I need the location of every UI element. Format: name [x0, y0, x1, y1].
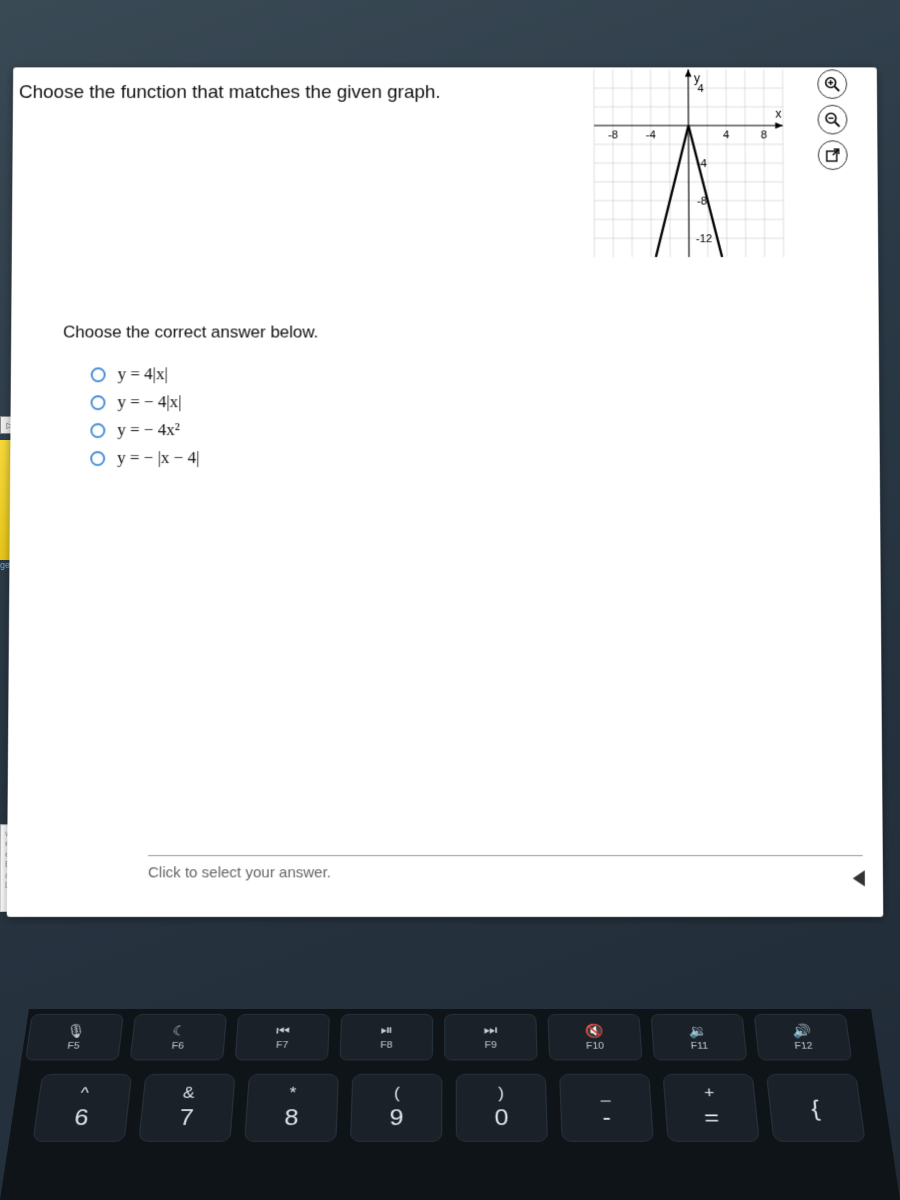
graph-svg: x y -8 -4 4 8 4 -4 -8 -12	[589, 69, 789, 257]
option-b[interactable]: y = − 4|x|	[90, 392, 859, 412]
graph-toolbox	[817, 69, 847, 170]
answer-block: Choose the correct answer below. y = 4|x…	[62, 323, 860, 476]
prev-track-icon: ⏮	[276, 1024, 290, 1039]
radio-icon[interactable]	[90, 395, 105, 410]
option-a[interactable]: y = 4|x|	[91, 364, 860, 384]
mic-icon: 🎙	[65, 1023, 86, 1039]
option-label: y = − |x − 4|	[117, 448, 199, 468]
play-pause-icon: ⏯	[381, 1024, 393, 1039]
option-label: y = 4|x|	[118, 364, 168, 384]
answer-prompt: Choose the correct answer below.	[63, 323, 859, 343]
option-d[interactable]: y = − |x − 4|	[90, 448, 860, 468]
key-f12: 🔊F12	[754, 1014, 852, 1060]
graph-thumbnail[interactable]: x y -8 -4 4 8 4 -4 -8 -12	[589, 69, 789, 257]
option-label: y = − 4x²	[117, 420, 180, 440]
svg-text:-12: -12	[696, 233, 712, 245]
option-c[interactable]: y = − 4x²	[90, 420, 859, 440]
key-9: (9	[350, 1074, 442, 1142]
key-f9: ⏭F9	[444, 1014, 537, 1060]
svg-text:4: 4	[723, 130, 729, 142]
svg-text:-8: -8	[608, 130, 618, 142]
option-label: y = − 4|x|	[117, 392, 181, 412]
key-f5: 🎙F5	[25, 1014, 124, 1060]
footer-hint: Click to select your answer.	[148, 864, 331, 881]
key-minus: _-	[559, 1074, 654, 1142]
axis-label-x: x	[775, 107, 782, 121]
radio-icon[interactable]	[90, 451, 105, 466]
svg-text:-4: -4	[646, 130, 656, 142]
key-f10: 🔇F10	[547, 1014, 642, 1060]
next-track-icon: ⏭	[484, 1024, 498, 1039]
svg-text:8: 8	[761, 130, 767, 142]
footer-divider	[148, 855, 863, 856]
key-equals: +=	[663, 1074, 760, 1142]
volume-down-icon: 🔉	[688, 1023, 708, 1039]
prev-arrow-icon[interactable]	[853, 870, 865, 886]
popout-icon[interactable]	[818, 140, 848, 170]
svg-text:4: 4	[697, 83, 703, 95]
radio-icon[interactable]	[91, 367, 106, 382]
volume-up-icon: 🔊	[791, 1023, 812, 1039]
laptop-keyboard: 🎙F5 ☾F6 ⏮F7 ⏯F8 ⏭F9 🔇F10 🔉F11 🔊F12 ^6 &7…	[0, 1009, 900, 1200]
key-f6: ☾F6	[130, 1014, 227, 1060]
svg-text:-4: -4	[697, 158, 707, 170]
quiz-card: Choose the function that matches the giv…	[7, 67, 884, 917]
key-brace: {	[766, 1074, 866, 1142]
zoom-in-icon[interactable]	[817, 69, 847, 99]
key-f7: ⏮F7	[235, 1014, 330, 1060]
zoom-out-icon[interactable]	[817, 105, 847, 135]
key-f11: 🔉F11	[651, 1014, 748, 1060]
svg-text:-8: -8	[697, 195, 707, 207]
radio-icon[interactable]	[90, 423, 105, 438]
moon-icon: ☾	[172, 1023, 187, 1039]
question-text: Choose the function that matches the giv…	[19, 82, 441, 104]
key-7: &7	[138, 1074, 235, 1142]
key-6: ^6	[32, 1074, 132, 1142]
key-8: *8	[244, 1074, 339, 1142]
key-f8: ⏯F8	[339, 1014, 433, 1060]
mute-icon: 🔇	[585, 1023, 605, 1039]
key-0: )0	[456, 1074, 548, 1142]
